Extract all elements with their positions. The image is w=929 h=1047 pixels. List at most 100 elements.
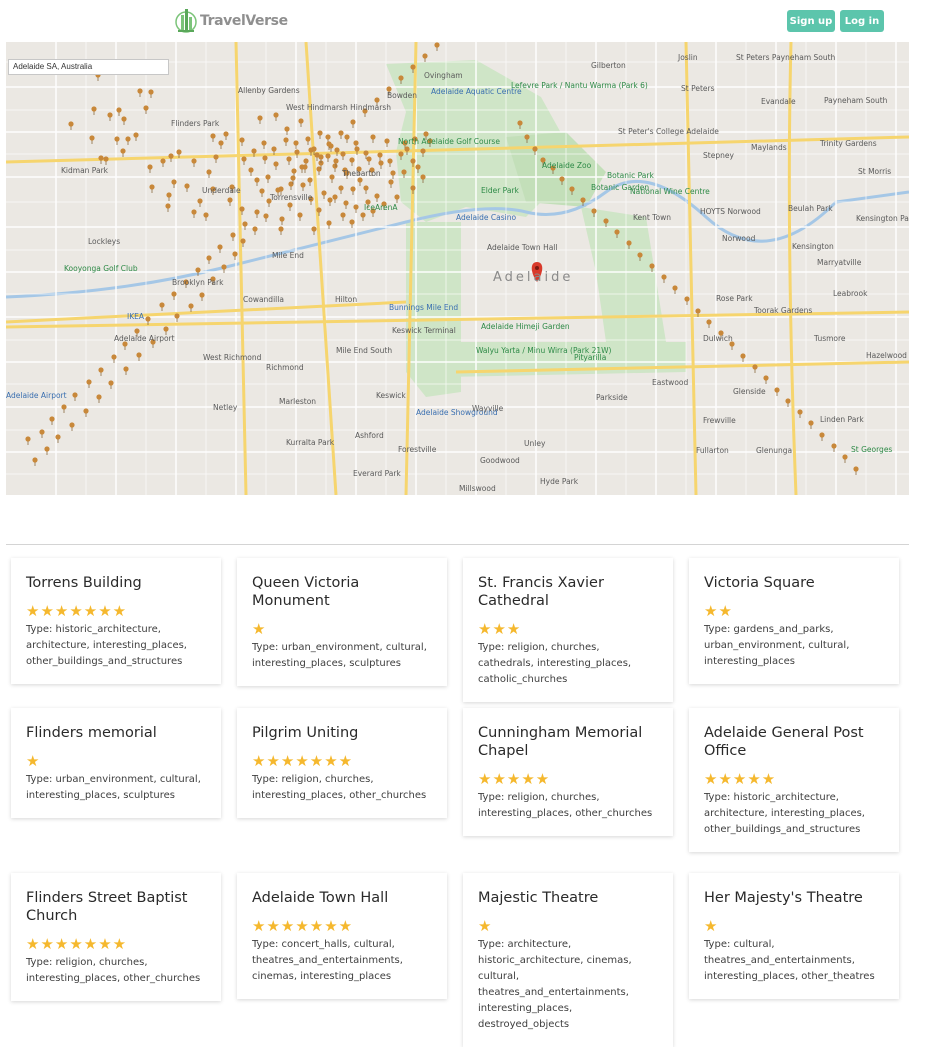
logo[interactable]: TravelVerse [175, 5, 288, 37]
place-pin-icon[interactable] [672, 285, 678, 294]
place-pin-icon[interactable] [797, 409, 803, 418]
place-pin-icon[interactable] [39, 429, 45, 438]
place-pin-icon[interactable] [241, 156, 247, 165]
place-pin-icon[interactable] [338, 130, 344, 139]
place-pin-icon[interactable] [96, 394, 102, 403]
place-pin-icon[interactable] [159, 302, 165, 311]
place-pin-icon[interactable] [661, 274, 667, 283]
place-pin-icon[interactable] [706, 319, 712, 328]
place-pin-icon[interactable] [174, 313, 180, 322]
place-pin-icon[interactable] [254, 177, 260, 186]
place-pin-icon[interactable] [89, 135, 95, 144]
signup-button[interactable]: Sign up [787, 10, 835, 32]
place-pin-icon[interactable] [808, 420, 814, 429]
place-pin-icon[interactable] [168, 153, 174, 162]
place-pin-icon[interactable] [294, 149, 300, 158]
place-pin-icon[interactable] [334, 147, 340, 156]
place-pin-icon[interactable] [254, 209, 260, 218]
place-pin-icon[interactable] [684, 296, 690, 305]
place-pin-icon[interactable] [297, 212, 303, 221]
place-pin-icon[interactable] [378, 160, 384, 169]
place-pin-icon[interactable] [227, 197, 233, 206]
place-pin-icon[interactable] [842, 454, 848, 463]
map-search-input[interactable]: Adelaide SA, Australia [8, 59, 169, 75]
place-card[interactable]: Adelaide Town Hall ★★★★★★★ Type: concert_h… [237, 873, 447, 999]
place-title[interactable]: Torrens Building [26, 574, 206, 592]
place-pin-icon[interactable] [230, 232, 236, 241]
place-pin-icon[interactable] [327, 197, 333, 206]
place-card[interactable]: St. Francis Xavier Cathedral ★★★ Type: rel… [463, 558, 673, 702]
place-pin-icon[interactable] [263, 213, 269, 222]
place-pin-icon[interactable] [305, 136, 311, 145]
place-pin-icon[interactable] [307, 177, 313, 186]
login-button[interactable]: Log in [840, 10, 884, 32]
place-pin-icon[interactable] [125, 136, 131, 145]
place-pin-icon[interactable] [206, 255, 212, 264]
place-pin-icon[interactable] [160, 158, 166, 167]
place-title[interactable]: Flinders Street Baptist Church [26, 889, 206, 925]
place-title[interactable]: St. Francis Xavier Cathedral [478, 574, 658, 610]
place-pin-icon[interactable] [218, 140, 224, 149]
place-card[interactable]: Queen Victoria Monument ★ Type: urban_envi… [237, 558, 447, 686]
place-pin-icon[interactable] [273, 161, 279, 170]
place-pin-icon[interactable] [242, 221, 248, 230]
place-pin-icon[interactable] [136, 352, 142, 361]
place-pin-icon[interactable] [353, 204, 359, 213]
place-pin-icon[interactable] [25, 436, 31, 445]
place-title[interactable]: Queen Victoria Monument [252, 574, 432, 610]
place-pin-icon[interactable] [388, 179, 394, 188]
place-pin-icon[interactable] [32, 457, 38, 466]
place-pin-icon[interactable] [343, 200, 349, 209]
place-pin-icon[interactable] [133, 132, 139, 141]
place-pin-icon[interactable] [340, 212, 346, 221]
place-pin-icon[interactable] [384, 138, 390, 147]
place-pin-icon[interactable] [283, 137, 289, 146]
place-pin-icon[interactable] [72, 392, 78, 401]
place-pin-icon[interactable] [143, 105, 149, 114]
place-pin-icon[interactable] [363, 185, 369, 194]
place-title[interactable]: Flinders memorial [26, 724, 206, 742]
place-pin-icon[interactable] [191, 209, 197, 218]
place-pin-icon[interactable] [257, 115, 263, 124]
place-pin-icon[interactable] [114, 136, 120, 145]
place-pin-icon[interactable] [147, 164, 153, 173]
place-pin-icon[interactable] [785, 398, 791, 407]
place-pin-icon[interactable] [121, 116, 127, 125]
place-pin-icon[interactable] [278, 226, 284, 235]
place-title[interactable]: Cunningham Memorial Chapel [478, 724, 658, 760]
place-pin-icon[interactable] [774, 387, 780, 396]
place-pin-icon[interactable] [298, 118, 304, 127]
place-card[interactable]: Torrens Building ★★★★★★★ Type: historic_ar… [11, 558, 221, 684]
place-card[interactable]: Majestic Theatre ★ Type: architecture, his… [463, 873, 673, 1047]
place-pin-icon[interactable] [103, 156, 109, 165]
place-pin-icon[interactable] [434, 42, 440, 51]
place-pin-icon[interactable] [350, 186, 356, 195]
place-pin-icon[interactable] [349, 157, 355, 166]
place-pin-icon[interactable] [210, 133, 216, 142]
place-card[interactable]: Flinders Street Baptist Church ★★★★★★★ Typ… [11, 873, 221, 1001]
place-pin-icon[interactable] [332, 163, 338, 172]
place-pin-icon[interactable] [370, 134, 376, 143]
place-pin-icon[interactable] [44, 446, 50, 455]
place-pin-icon[interactable] [279, 216, 285, 225]
place-pin-icon[interactable] [188, 303, 194, 312]
place-pin-icon[interactable] [338, 185, 344, 194]
place-pin-icon[interactable] [197, 198, 203, 207]
place-pin-icon[interactable] [763, 375, 769, 384]
place-pin-icon[interactable] [344, 134, 350, 143]
place-pin-icon[interactable] [287, 202, 293, 211]
place-pin-icon[interactable] [149, 184, 155, 193]
place-card[interactable]: Adelaide General Post Office ★★★★★ Type: h… [689, 708, 899, 852]
place-pin-icon[interactable] [329, 174, 335, 183]
place-pin-icon[interactable] [293, 140, 299, 149]
place-pin-icon[interactable] [120, 148, 126, 157]
place-pin-icon[interactable] [107, 112, 113, 121]
place-pin-icon[interactable] [377, 152, 383, 161]
place-pin-icon[interactable] [374, 193, 380, 202]
place-pin-icon[interactable] [98, 155, 104, 164]
place-pin-icon[interactable] [108, 380, 114, 389]
place-pin-icon[interactable] [357, 177, 363, 186]
place-pin-icon[interactable] [740, 353, 746, 362]
place-pin-icon[interactable] [148, 89, 154, 98]
place-card[interactable]: Her Majesty's Theatre ★ Type: cultural, th… [689, 873, 899, 999]
